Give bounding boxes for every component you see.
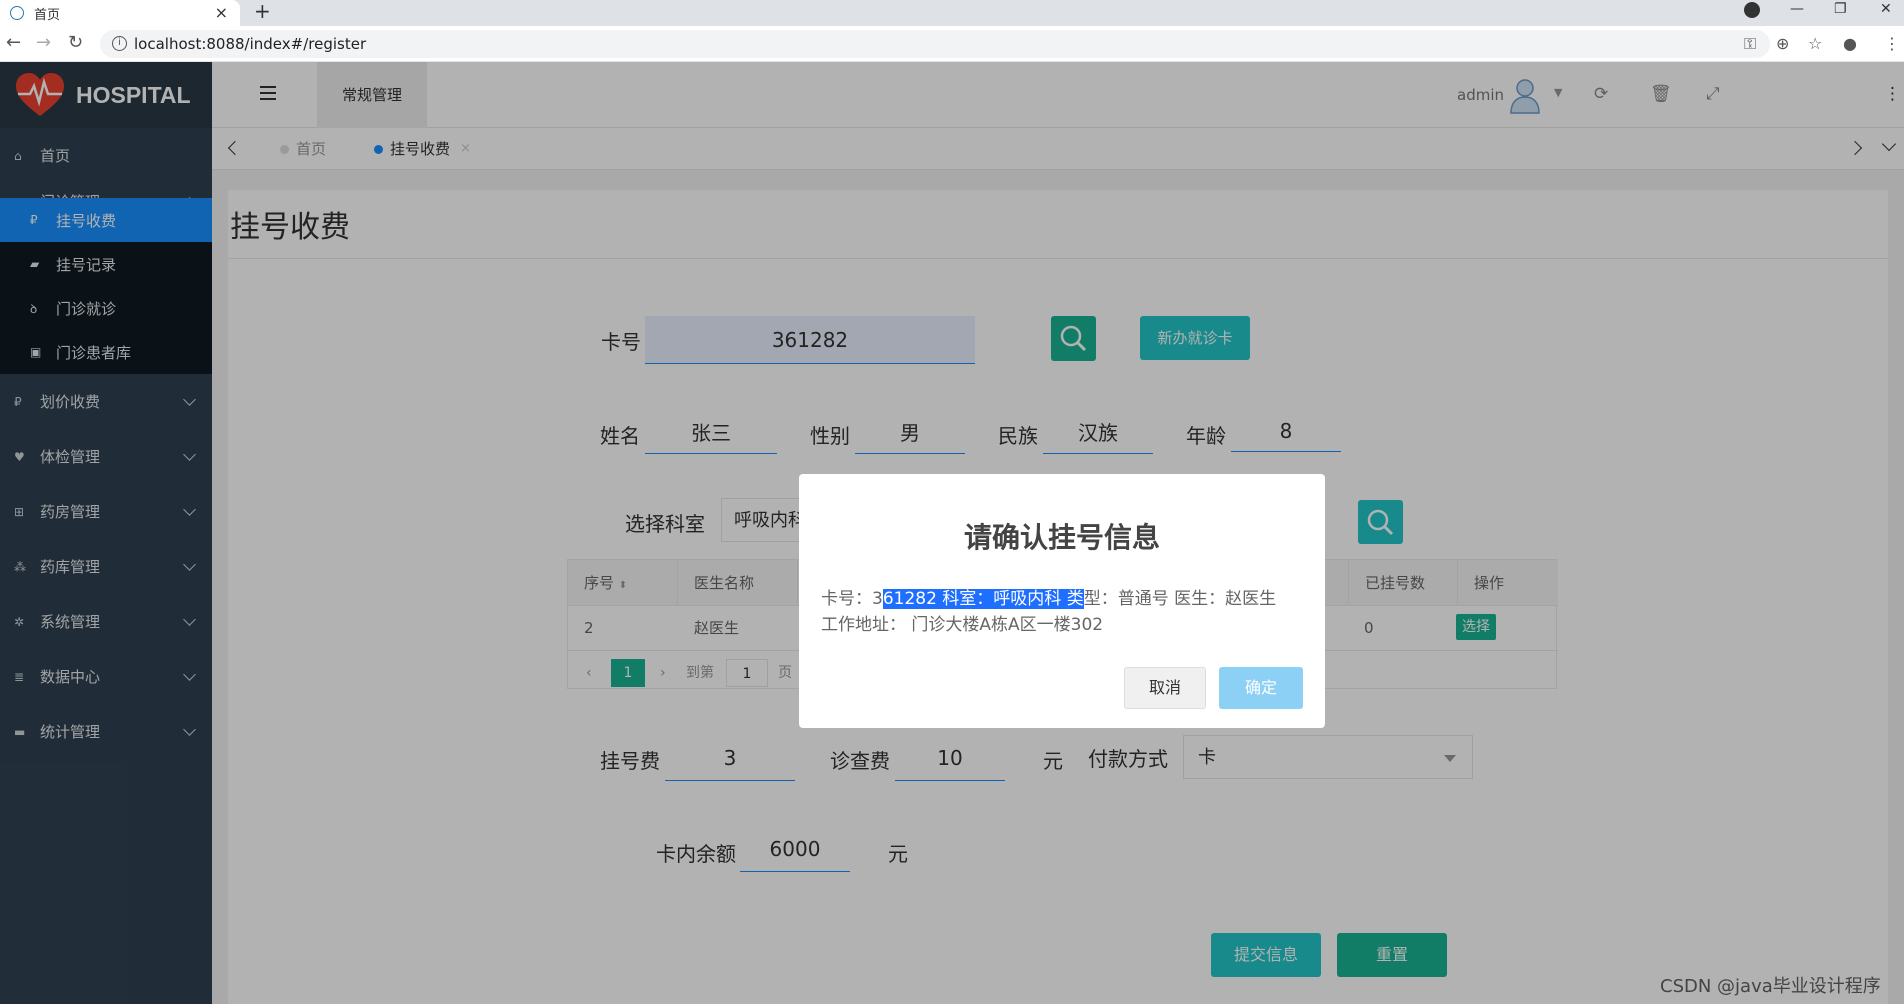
dialog-title: 请确认挂号信息 <box>963 521 1160 554</box>
browser-tab-title: 首页 <box>34 7 61 23</box>
favicon-icon <box>10 6 24 20</box>
back-icon[interactable]: ← <box>6 32 21 53</box>
address-toolbar: ← → ↻ i localhost:8088/index#/register ⚿… <box>0 26 1904 62</box>
url-bar[interactable]: i localhost:8088/index#/register <box>100 30 1770 58</box>
minimize-icon[interactable]: — <box>1790 0 1804 18</box>
key-icon[interactable]: ⚿ <box>1744 34 1756 54</box>
url-text: localhost:8088/index#/register <box>134 35 367 53</box>
dialog-text: 卡号：3 <box>821 589 883 609</box>
zoom-icon[interactable]: ⊕ <box>1776 34 1789 53</box>
dialog-address-line: 工作地址： 门诊大楼A栋A区一楼302 <box>821 615 1104 635</box>
reload-icon[interactable]: ↻ <box>68 32 83 53</box>
close-window-icon[interactable]: ✕ <box>1880 0 1892 18</box>
info-icon[interactable]: i <box>112 36 127 51</box>
watermark: CSDN @java毕业设计程序 <box>1660 976 1881 997</box>
confirm-dialog: 请确认挂号信息 卡号：361282 科室：呼吸内科 类型：普通号 医生：赵医生 … <box>799 474 1325 728</box>
cancel-button[interactable]: 取消 <box>1124 667 1206 709</box>
close-tab-icon[interactable]: × <box>215 3 228 22</box>
restore-icon[interactable]: ❐ <box>1834 0 1847 18</box>
new-tab-icon[interactable]: + <box>254 0 271 22</box>
star-icon[interactable]: ☆ <box>1808 34 1822 53</box>
browser-tab-strip: 首页 × + — ❐ ✕ <box>0 0 1904 26</box>
dialog-info-line: 卡号：361282 科室：呼吸内科 类型：普通号 医生：赵医生 <box>821 584 1276 609</box>
profile-menu-icon[interactable] <box>1744 2 1760 18</box>
dialog-text: 型：普通号 医生：赵医生 <box>1083 589 1277 609</box>
browser-tab[interactable]: 首页 × <box>0 0 240 26</box>
kebab-menu-icon[interactable]: ⋮ <box>1884 34 1900 53</box>
forward-icon[interactable]: → <box>36 32 51 53</box>
account-icon[interactable]: ● <box>1843 34 1857 53</box>
selected-text: 61282 科室：呼吸内科 类 <box>882 589 1084 609</box>
confirm-button[interactable]: 确定 <box>1219 667 1303 709</box>
